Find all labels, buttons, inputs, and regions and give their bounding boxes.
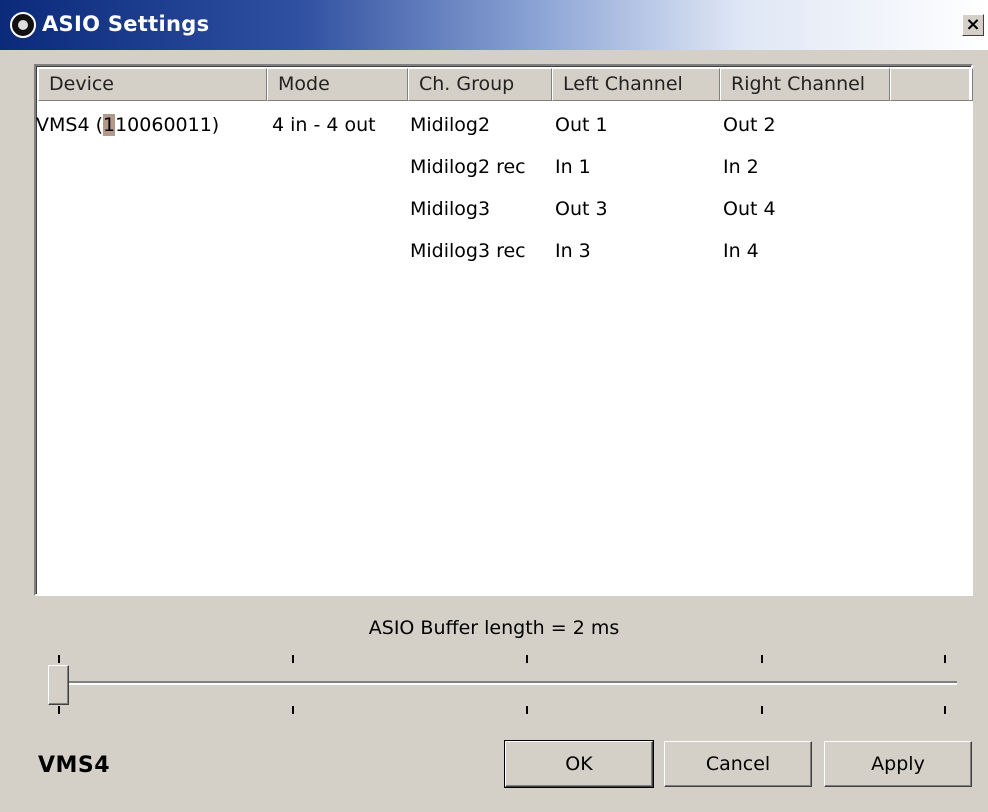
group-cell: Midilog3 rec	[410, 240, 526, 262]
column-header-device[interactable]: Device	[38, 68, 267, 101]
slider-tick	[292, 706, 294, 714]
list-header: Device Mode Ch. Group Left Channel Right…	[38, 68, 973, 101]
slider-tick	[761, 706, 763, 714]
slider-thumb[interactable]	[48, 665, 69, 705]
slider-tick	[526, 706, 528, 714]
right-channel-cell: In 2	[723, 156, 759, 178]
device-name-cell: VMS4 (110060011)	[36, 114, 220, 136]
speaker-icon	[10, 12, 36, 38]
window-title: ASIO Settings	[42, 12, 210, 36]
apply-button[interactable]: Apply	[824, 741, 972, 787]
left-channel-cell: In 3	[555, 240, 591, 262]
column-header-empty	[890, 68, 973, 101]
column-header-mode[interactable]: Mode	[267, 68, 408, 101]
group-cell: Midilog2 rec	[410, 156, 526, 178]
column-header-ch-group[interactable]: Ch. Group	[408, 68, 552, 101]
slider-tick	[761, 655, 763, 663]
column-header-left-channel[interactable]: Left Channel	[552, 68, 720, 101]
group-cell: Midilog2	[410, 114, 491, 136]
mode-cell: 4 in - 4 out	[272, 114, 376, 136]
ok-button[interactable]: OK	[504, 740, 654, 788]
right-channel-cell: In 4	[723, 240, 759, 262]
slider-tick	[58, 706, 60, 714]
slider-tick	[292, 655, 294, 663]
group-cell: Midilog3	[410, 198, 491, 220]
slider-tick	[944, 706, 946, 714]
slider-track[interactable]	[60, 681, 957, 685]
asio-settings-window: ASIO Settings × Device Mode Ch. Group Le…	[0, 0, 988, 812]
slider-tick	[944, 655, 946, 663]
left-channel-cell: Out 1	[555, 114, 608, 136]
brand-logo: VMS4	[38, 753, 111, 778]
left-channel-cell: Out 3	[555, 198, 608, 220]
right-channel-cell: Out 4	[723, 198, 776, 220]
close-button[interactable]: ×	[962, 14, 984, 36]
slider-tick	[58, 655, 60, 663]
slider-tick	[526, 655, 528, 663]
buffer-length-label: ASIO Buffer length = 2 ms	[368, 617, 620, 639]
title-bar[interactable]: ASIO Settings ×	[0, 0, 988, 50]
left-channel-cell: In 1	[555, 156, 591, 178]
cancel-button[interactable]: Cancel	[664, 741, 812, 787]
column-header-right-channel[interactable]: Right Channel	[720, 68, 890, 101]
right-channel-cell: Out 2	[723, 114, 776, 136]
close-icon: ×	[965, 14, 981, 35]
selected-char: 1	[103, 114, 116, 136]
device-channel-list[interactable]: Device Mode Ch. Group Left Channel Right…	[34, 64, 973, 596]
